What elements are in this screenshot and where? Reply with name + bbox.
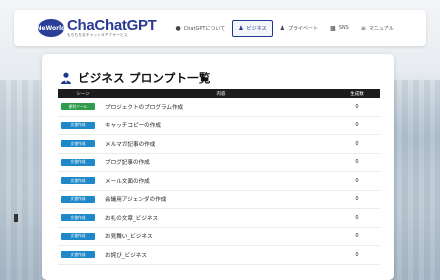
table-row[interactable]: 文書作成 ブログ記事の作成 0 <box>58 154 380 172</box>
generation-count: 0 <box>355 103 359 110</box>
scene-badge: 文書作成 <box>61 195 95 203</box>
scene-badge: 便利ツール <box>61 103 95 111</box>
table-header: シーン 内容 生成数 <box>58 89 380 98</box>
nav-item-private[interactable]: ♟ プライベート <box>275 21 323 36</box>
logo-text: ChaChatGPT もちもちなチャットＧＰＴサービス <box>67 18 157 38</box>
table-row[interactable]: 文書作成 メール文面の作成 0 <box>58 172 380 191</box>
prompt-title[interactable]: キャッチコピーの作成 <box>105 121 334 129</box>
prompt-title[interactable]: メール文面の作成 <box>105 177 334 185</box>
page-frame: NeWorld ChaChatGPT もちもちなチャットＧＰＴサービス ● Ch… <box>0 0 440 280</box>
table-row[interactable]: 文書作成 お見舞い_ビジネス 0 <box>58 228 380 246</box>
table-row[interactable]: 文書作成 メルマガ記事の作成 0 <box>58 135 380 154</box>
table-row[interactable]: 文書作成 お詫び_ビジネス 0 <box>58 246 380 265</box>
page-title: ビジネス プロンプト一覧 <box>78 71 211 85</box>
table-row[interactable]: 文書作成 キャッチコピーの作成 0 <box>58 117 380 135</box>
generation-count: 0 <box>355 122 359 129</box>
column-header-count: 生成数 <box>350 91 364 97</box>
person-icon: ♟ <box>238 24 244 32</box>
prompt-title[interactable]: お見舞い_ビジネス <box>105 232 334 240</box>
prompt-title[interactable]: ブログ記事の作成 <box>105 158 334 166</box>
generation-count: 0 <box>355 140 359 147</box>
page-title-row: ビジネス プロンプト一覧 <box>60 70 211 86</box>
person-icon: ♟ <box>279 24 286 32</box>
generation-count: 0 <box>355 196 359 203</box>
generation-count: 0 <box>355 177 359 184</box>
column-header-content: 内容 <box>216 91 226 97</box>
scene-badge: 文書作成 <box>61 232 95 240</box>
prompt-title[interactable]: メルマガ記事の作成 <box>105 140 334 148</box>
nav-item-label: プライベート <box>288 25 319 32</box>
nav-item-label: SNS <box>338 25 349 31</box>
scene-badge: 文書作成 <box>61 251 95 259</box>
nav-item-business[interactable]: ♟ ビジネス <box>232 19 273 37</box>
prompt-list-card: ビジネス プロンプト一覧 シーン 内容 生成数 便利ツール プロジェクトのプログ… <box>42 54 394 280</box>
generation-count: 0 <box>355 159 359 166</box>
scene-badge: 文書作成 <box>61 121 95 129</box>
info-icon: ● <box>175 24 181 32</box>
scene-badge: 文書作成 <box>61 140 95 148</box>
prompt-title[interactable]: プロジェクトのプログラム作成 <box>105 103 334 111</box>
table-body: 便利ツール プロジェクトのプログラム作成 0 文書作成 キャッチコピーの作成 0… <box>58 98 380 265</box>
logo-title: ChaChatGPT <box>67 17 157 35</box>
site-logo[interactable]: NeWorld ChaChatGPT もちもちなチャットＧＰＴサービス <box>37 18 157 38</box>
table-row[interactable]: 文書作成 会議用アジェンダの作成 0 <box>58 191 380 209</box>
prompt-title[interactable]: お詫び_ビジネス <box>105 251 334 259</box>
generation-count: 0 <box>355 214 359 221</box>
table-row[interactable]: 文書作成 お礼の文章_ビジネス 0 <box>58 209 380 228</box>
scene-badge: 文書作成 <box>61 177 95 185</box>
site-header: NeWorld ChaChatGPT もちもちなチャットＧＰＴサービス ● Ch… <box>14 10 426 46</box>
table-row[interactable]: 便利ツール プロジェクトのプログラム作成 0 <box>58 98 380 117</box>
nav-item-label: ビジネス <box>246 25 267 32</box>
column-header-scene: シーン <box>76 91 90 97</box>
generation-count: 0 <box>355 233 359 240</box>
logo-badge: NeWorld <box>37 19 65 37</box>
nav-item-sns[interactable]: ▩ SNS <box>325 21 354 36</box>
scene-badge: 文書作成 <box>61 158 95 166</box>
scene-badge: 文書作成 <box>61 214 95 222</box>
menu-icon: ≡ <box>360 24 366 32</box>
prompt-title[interactable]: 会議用アジェンダの作成 <box>105 195 334 203</box>
nav-item-manual[interactable]: ≡ マニュアル <box>356 21 399 36</box>
logo-subtitle: もちもちなチャットＧＰＴサービス <box>67 33 128 38</box>
side-drawer-handle[interactable] <box>14 214 18 222</box>
prompt-title[interactable]: お礼の文章_ビジネス <box>105 214 334 222</box>
nav-item-about[interactable]: ● ChatGPTについて <box>171 21 231 36</box>
nav-item-label: ChatGPTについて <box>183 25 226 32</box>
chat-icon: ▩ <box>330 24 336 32</box>
main-nav: ● ChatGPTについて ♟ ビジネス ♟ プライベート ▩ SNS ≡ マニ… <box>171 19 399 37</box>
nav-item-label: マニュアル <box>368 25 394 32</box>
generation-count: 0 <box>355 251 359 258</box>
business-person-icon <box>61 72 71 84</box>
